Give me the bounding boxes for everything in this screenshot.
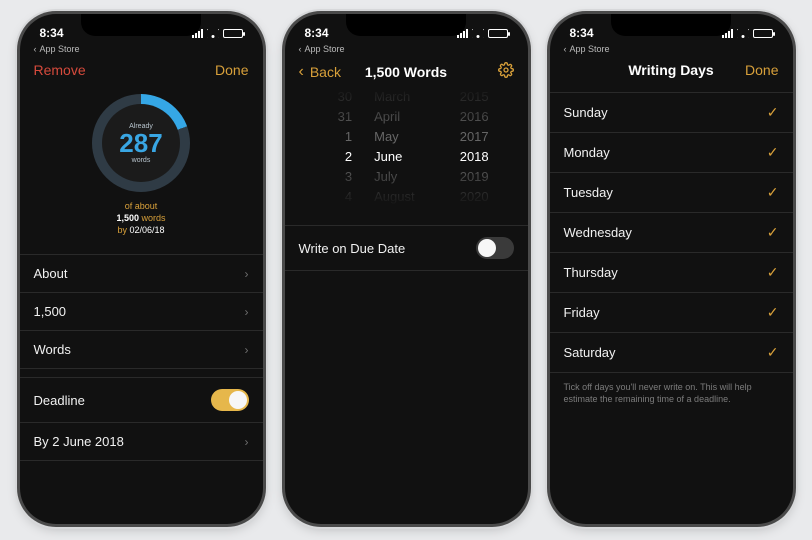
- day-row[interactable]: Wednesday ✓: [550, 213, 793, 253]
- check-icon: ✓: [767, 104, 779, 121]
- check-icon: ✓: [767, 264, 779, 281]
- row-amount[interactable]: 1,500 ›: [20, 293, 263, 331]
- goal-caption: of about 1,500 words by 02/06/18: [116, 200, 165, 236]
- day-row[interactable]: Tuesday ✓: [550, 173, 793, 213]
- day-label: Wednesday: [564, 225, 632, 240]
- check-icon: ✓: [767, 344, 779, 361]
- battery-icon: [488, 29, 508, 38]
- nav-bar: Remove Done: [20, 56, 263, 88]
- day-label: Monday: [564, 145, 610, 160]
- write-on-due-toggle[interactable]: [476, 237, 514, 259]
- day-label: Tuesday: [564, 185, 613, 200]
- row-deadline-date[interactable]: By 2 June 2018 ›: [20, 423, 263, 461]
- done-button[interactable]: Done: [215, 62, 248, 78]
- wifi-icon: [472, 29, 484, 38]
- breadcrumb[interactable]: ‹ App Store: [20, 44, 263, 56]
- notch: [346, 14, 466, 36]
- picker-option[interactable]: May: [374, 127, 399, 147]
- wifi-icon: [207, 29, 219, 38]
- picker-option[interactable]: 4: [335, 187, 353, 207]
- row-deadline-toggle: Deadline: [20, 378, 263, 423]
- day-row[interactable]: Sunday ✓: [550, 93, 793, 133]
- footer-note: Tick off days you'll never write on. Thi…: [550, 373, 793, 405]
- picker-option[interactable]: April: [374, 107, 400, 127]
- nav-bar: Writing Days Done: [550, 56, 793, 88]
- picker-option[interactable]: 2019: [460, 167, 489, 187]
- back-button[interactable]: ‹ Back: [299, 63, 353, 81]
- check-icon: ✓: [767, 144, 779, 161]
- breadcrumb-label: App Store: [40, 44, 80, 54]
- row-unit[interactable]: Words ›: [20, 331, 263, 369]
- status-time: 8:34: [40, 26, 64, 40]
- chevron-left-icon: ‹: [564, 44, 567, 54]
- picker-option[interactable]: 2016: [460, 107, 489, 127]
- check-icon: ✓: [767, 224, 779, 241]
- picker-option[interactable]: 30: [335, 87, 353, 107]
- picker-option[interactable]: March: [374, 87, 410, 107]
- nav-title: Writing Days: [618, 62, 725, 78]
- phone-writing-days: 8:34 ‹ App Store Writing Days Done Sunda…: [550, 14, 793, 524]
- day-row[interactable]: Saturday ✓: [550, 333, 793, 373]
- status-time: 8:34: [570, 26, 594, 40]
- row-write-on-due: Write on Due Date: [285, 226, 528, 271]
- picker-col-month[interactable]: MarchAprilMayJuneJulyAugustSeptember: [374, 87, 438, 207]
- picker-option[interactable]: 2020: [460, 187, 489, 207]
- day-label: Saturday: [564, 345, 616, 360]
- row-about[interactable]: About ›: [20, 255, 263, 293]
- ring-count: 287: [119, 128, 162, 159]
- chevron-right-icon: ›: [245, 343, 249, 357]
- date-picker[interactable]: 303112345MarchAprilMayJuneJulyAugustSept…: [285, 87, 528, 207]
- nav-bar: ‹ Back 1,500 Words: [285, 56, 528, 91]
- ring-label-bottom: words: [132, 157, 151, 164]
- breadcrumb[interactable]: ‹ App Store: [550, 44, 793, 56]
- picker-option[interactable]: 1: [335, 127, 353, 147]
- chevron-left-icon: ‹: [299, 63, 304, 81]
- picker-option[interactable]: 2017: [460, 127, 489, 147]
- picker-option[interactable]: 2: [335, 147, 353, 167]
- day-label: Friday: [564, 305, 600, 320]
- picker-option[interactable]: 31: [335, 107, 353, 127]
- breadcrumb[interactable]: ‹ App Store: [285, 44, 528, 56]
- done-button[interactable]: Done: [745, 62, 778, 78]
- picker-option[interactable]: August: [374, 187, 414, 207]
- breadcrumb-label: App Store: [570, 44, 610, 54]
- picker-option[interactable]: 2015: [460, 87, 489, 107]
- chevron-right-icon: ›: [245, 305, 249, 319]
- picker-option[interactable]: 3: [335, 167, 353, 187]
- chevron-left-icon: ‹: [299, 44, 302, 54]
- chevron-right-icon: ›: [245, 435, 249, 449]
- notch: [81, 14, 201, 36]
- picker-option[interactable]: June: [374, 147, 402, 167]
- gear-icon[interactable]: [498, 62, 514, 81]
- picker-col-year[interactable]: 2015201620172018201920202021: [460, 87, 494, 207]
- day-label: Sunday: [564, 105, 608, 120]
- deadline-toggle[interactable]: [211, 389, 249, 411]
- chevron-right-icon: ›: [245, 267, 249, 281]
- phone-goal: 8:34 ‹ App Store Remove Done Already 287…: [20, 14, 263, 524]
- chevron-left-icon: ‹: [34, 44, 37, 54]
- status-time: 8:34: [305, 26, 329, 40]
- wifi-icon: [737, 29, 749, 38]
- phone-datepicker: 8:34 ‹ App Store ‹ Back 1,500 Words 3031…: [285, 14, 528, 524]
- check-icon: ✓: [767, 304, 779, 321]
- day-row[interactable]: Friday ✓: [550, 293, 793, 333]
- day-row[interactable]: Thursday ✓: [550, 253, 793, 293]
- progress-ring: Already 287 words of about 1,500 words b…: [20, 88, 263, 246]
- day-label: Thursday: [564, 265, 618, 280]
- picker-col-day[interactable]: 303112345: [335, 87, 353, 207]
- notch: [611, 14, 731, 36]
- picker-option[interactable]: July: [374, 167, 397, 187]
- breadcrumb-label: App Store: [305, 44, 345, 54]
- remove-button[interactable]: Remove: [34, 62, 86, 78]
- battery-icon: [223, 29, 243, 38]
- day-row[interactable]: Monday ✓: [550, 133, 793, 173]
- picker-option[interactable]: 2018: [460, 147, 489, 167]
- check-icon: ✓: [767, 184, 779, 201]
- nav-title: 1,500 Words: [353, 64, 460, 80]
- battery-icon: [753, 29, 773, 38]
